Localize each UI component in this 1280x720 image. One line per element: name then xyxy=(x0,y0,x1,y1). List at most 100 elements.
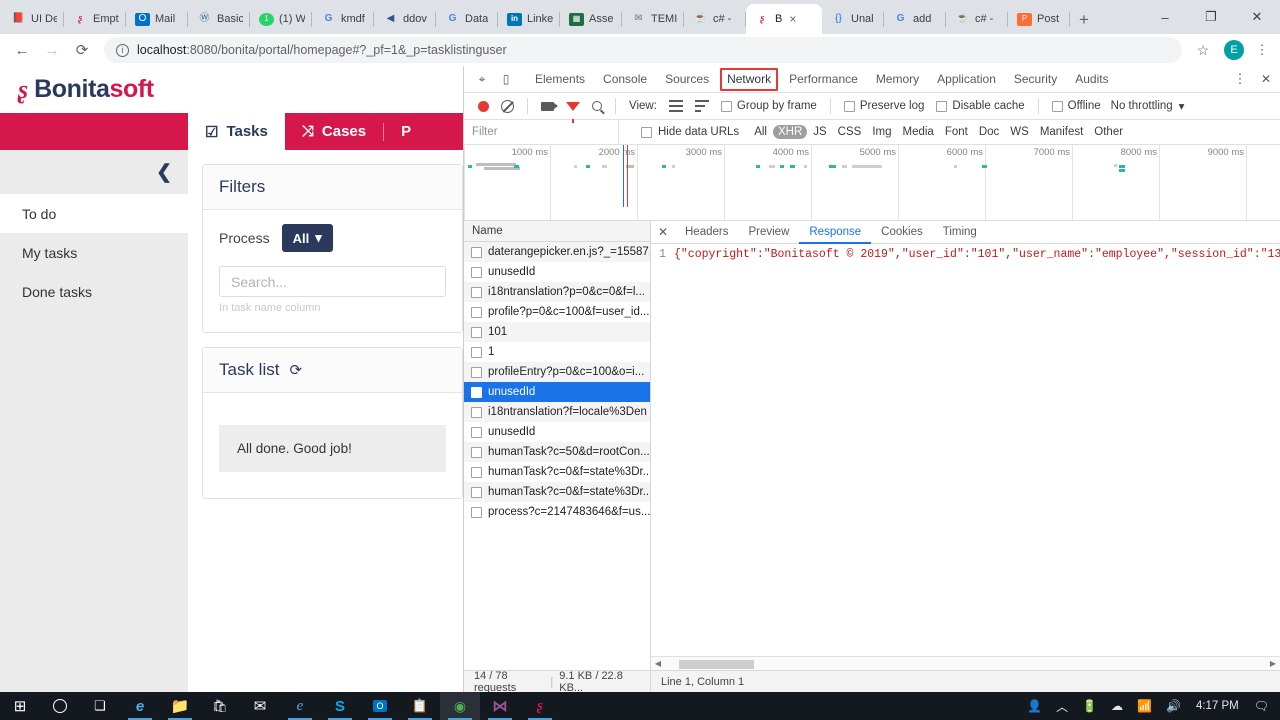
visual-studio-app[interactable]: ⋈ xyxy=(480,692,520,720)
device-toolbar-icon[interactable]: ▯ xyxy=(494,67,518,91)
filter-all[interactable]: All xyxy=(749,125,772,139)
hide-data-urls-checkbox[interactable]: Hide data URLs xyxy=(641,126,739,138)
horizontal-scrollbar[interactable]: ◀ ▶ xyxy=(651,656,1280,670)
close-tab-icon[interactable]: × xyxy=(789,12,796,26)
table-row[interactable]: 1 xyxy=(464,342,650,362)
edge-app[interactable]: e xyxy=(120,692,160,720)
tab-audits[interactable]: Audits xyxy=(1066,66,1117,93)
clear-button[interactable] xyxy=(495,99,520,113)
forward-button[interactable]: → xyxy=(38,36,66,64)
start-button[interactable]: ⊞ xyxy=(0,692,40,720)
browser-tab[interactable]: 1 (1) W xyxy=(250,4,312,34)
request-column-header[interactable]: Name xyxy=(464,221,650,242)
table-row[interactable]: unusedId xyxy=(464,262,650,282)
taskbar-clock[interactable]: 4:17 PM xyxy=(1188,700,1247,712)
sidebar-item-my-tasks[interactable]: My tasks xyxy=(0,233,188,272)
disable-cache-checkbox[interactable]: Disable cache xyxy=(930,100,1030,112)
file-explorer-app[interactable]: 📁 xyxy=(160,692,200,720)
browser-tab[interactable]: P Post xyxy=(1008,4,1070,34)
browser-tab[interactable]: ✉ TEMI xyxy=(622,4,684,34)
reload-button[interactable]: ⟳ xyxy=(68,36,96,64)
search-button[interactable] xyxy=(40,692,80,720)
mail-app[interactable]: ✉ xyxy=(240,692,280,720)
browser-tab[interactable]: O Mail xyxy=(126,4,188,34)
browser-tab[interactable]: ʂ Empt xyxy=(64,4,126,34)
table-row[interactable]: unusedId xyxy=(464,422,650,442)
table-row-selected[interactable]: unusedId xyxy=(464,382,650,402)
tab-cookies[interactable]: Cookies xyxy=(871,221,933,244)
browser-tab[interactable]: ◀ ddov xyxy=(374,4,436,34)
table-row[interactable]: i18ntranslation?p=0&c=0&f=l... xyxy=(464,282,650,302)
sidebar-item-todo[interactable]: To do xyxy=(0,194,188,233)
browser-tab-active[interactable]: ʂ B × xyxy=(746,4,822,34)
scrollbar-track[interactable] xyxy=(665,657,1266,671)
maximize-button[interactable]: ❐ xyxy=(1188,0,1234,34)
filter-manifest[interactable]: Manifest xyxy=(1035,125,1088,139)
star-icon[interactable]: ☆ xyxy=(1190,42,1216,59)
close-window-button[interactable]: ✕ xyxy=(1234,0,1280,34)
battery-tray-icon[interactable]: 🔋 xyxy=(1075,692,1104,720)
back-button[interactable]: ← xyxy=(8,36,36,64)
tab-response[interactable]: Response xyxy=(799,221,871,244)
browser-tab[interactable]: in Linke xyxy=(498,4,560,34)
scrollbar-thumb[interactable] xyxy=(679,659,754,669)
browser-tab[interactable]: ▦ Asse xyxy=(560,4,622,34)
new-tab-button[interactable]: + xyxy=(1070,6,1098,34)
waterfall-view-button[interactable] xyxy=(689,100,715,112)
chevron-left-icon[interactable]: ❮ xyxy=(0,150,188,194)
address-bar[interactable]: i localhost:8080/bonita/portal/homepage#… xyxy=(104,37,1182,63)
internet-explorer-app[interactable]: e xyxy=(280,692,320,720)
tab-timing[interactable]: Timing xyxy=(933,221,987,244)
microsoft-store-app[interactable]: 🛍 xyxy=(200,692,240,720)
filter-other[interactable]: Other xyxy=(1089,125,1128,139)
scroll-right-icon[interactable]: ▶ xyxy=(1266,659,1280,668)
inspect-element-icon[interactable]: ⌖ xyxy=(470,67,494,91)
outlook-app[interactable]: O xyxy=(360,692,400,720)
tab-headers[interactable]: Headers xyxy=(675,221,738,244)
tab-security[interactable]: Security xyxy=(1005,66,1066,93)
browser-tab[interactable]: ☕ c# - xyxy=(946,4,1008,34)
refresh-icon[interactable]: ⟳ xyxy=(289,361,302,379)
browser-tab[interactable]: {} Unal xyxy=(822,4,884,34)
tab-preview[interactable]: Preview xyxy=(738,221,799,244)
browser-tab[interactable]: 📕 UI De xyxy=(2,4,64,34)
throttling-dropdown[interactable]: No throttling ▾ xyxy=(1107,99,1185,113)
tab-sources[interactable]: Sources xyxy=(656,66,718,93)
filter-img[interactable]: Img xyxy=(867,125,896,139)
show-hidden-icons[interactable]: ︿ xyxy=(1049,692,1075,720)
table-row[interactable]: profileEntry?p=0&c=100&o=i... xyxy=(464,362,650,382)
volume-tray-icon[interactable]: 🔊 xyxy=(1159,692,1188,720)
browser-tab[interactable]: G Data xyxy=(436,4,498,34)
filter-media[interactable]: Media xyxy=(898,125,939,139)
devtools-close-icon[interactable]: ✕ xyxy=(1254,67,1278,91)
kebab-menu-icon[interactable]: ⋮ xyxy=(1252,43,1272,57)
tab-network[interactable]: Network xyxy=(718,66,780,93)
bonita-app[interactable]: ʂ xyxy=(520,692,560,720)
tab-console[interactable]: Console xyxy=(594,66,656,93)
action-center-icon[interactable]: 🗨 xyxy=(1247,692,1276,720)
record-button[interactable] xyxy=(472,100,495,112)
list-view-button[interactable] xyxy=(663,100,689,112)
chrome-app[interactable]: ◉ xyxy=(440,692,480,720)
filter-input[interactable]: Filter xyxy=(464,119,619,145)
table-row[interactable]: i18ntranslation?f=locale%3Den xyxy=(464,402,650,422)
process-dropdown[interactable]: All ▾ xyxy=(281,224,333,252)
filter-ws[interactable]: WS xyxy=(1005,125,1034,139)
sidebar-item-done-tasks[interactable]: Done tasks xyxy=(0,272,188,311)
offline-checkbox[interactable]: Offline xyxy=(1046,100,1107,112)
tab-application[interactable]: Application xyxy=(928,66,1005,93)
tab-elements[interactable]: Elements xyxy=(526,66,594,93)
avatar[interactable]: E xyxy=(1224,40,1244,60)
devtools-kebab-menu-icon[interactable]: ⋮ xyxy=(1228,67,1252,91)
search-input[interactable]: Search... xyxy=(219,266,446,297)
table-row[interactable]: humanTask?c=0&f=state%3Dr... xyxy=(464,482,650,502)
skype-app[interactable]: S xyxy=(320,692,360,720)
browser-tab[interactable]: Gadd xyxy=(884,4,946,34)
filter-font[interactable]: Font xyxy=(940,125,973,139)
scroll-left-icon[interactable]: ◀ xyxy=(651,659,665,668)
filter-js[interactable]: JS xyxy=(808,125,831,139)
preserve-log-checkbox[interactable]: Preserve log xyxy=(838,100,931,112)
filter-css[interactable]: CSS xyxy=(833,125,867,139)
browser-tab[interactable]: Gkmdf xyxy=(312,4,374,34)
onedrive-tray-icon[interactable]: ☁ xyxy=(1104,692,1130,720)
